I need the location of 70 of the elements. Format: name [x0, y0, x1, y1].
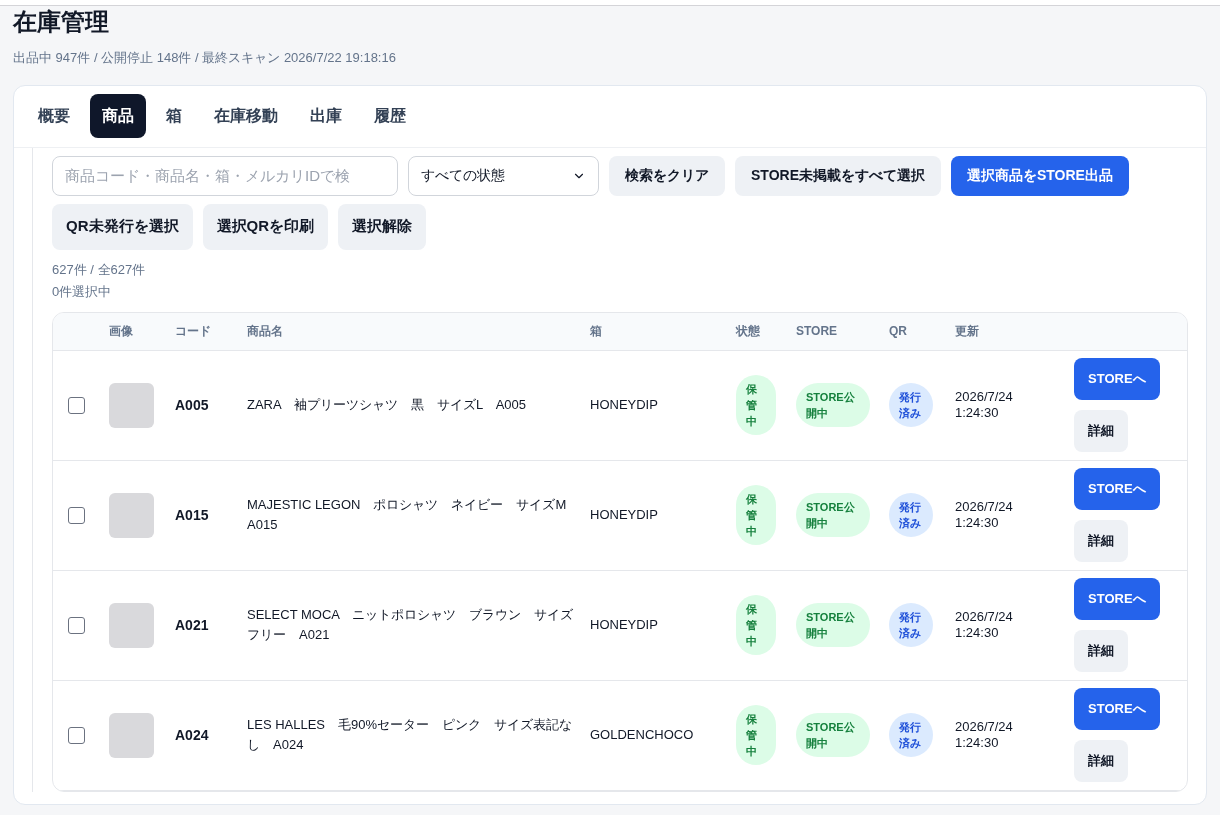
updated-time: 2026/7/24 1:24:30 [955, 609, 1014, 641]
column-header: 箱 [590, 323, 603, 340]
tab[interactable]: 概要 [26, 94, 82, 138]
tab[interactable]: 箱 [154, 94, 194, 138]
column-header: コード [175, 323, 212, 340]
updated-time: 2026/7/24 1:24:30 [955, 389, 1014, 421]
tab[interactable]: 出庫 [298, 94, 354, 138]
product-code: A021 [175, 615, 210, 635]
column-header: STORE [796, 323, 839, 340]
product-code: A024 [175, 725, 210, 745]
status-badge: 保管中 [736, 485, 776, 545]
box-name: HONEYDIP [590, 616, 659, 635]
status-badge: 保管中 [736, 705, 776, 765]
updated-time: 2026/7/24 1:24:30 [955, 499, 1014, 531]
product-name: MAJESTIC LEGON ポロシャツ ネイビー サイズM A015 [247, 496, 568, 534]
product-name: LES HALLES 毛90%セーター ピンク サイズ表記なし A024 [247, 716, 574, 754]
box-name: GOLDENCHOCO [590, 726, 695, 745]
row-checkbox[interactable] [68, 396, 85, 414]
tab[interactable]: 履歴 [362, 94, 418, 138]
product-name: SELECT MOCA ニットポロシャツ ブラウン サイズフリー A021 [247, 606, 575, 644]
row-checkbox[interactable] [68, 726, 85, 744]
photo-placeholder [109, 712, 154, 758]
store-badge: STORE公開中 [796, 603, 870, 647]
qr-badge: 発行済み [889, 493, 933, 537]
detail-button[interactable]: 詳細 [1074, 740, 1128, 782]
result-count: 627件 / 全627件 [52, 260, 147, 279]
status-badge: 保管中 [736, 595, 776, 655]
page-summary: 出品中 947件 / 公開停止 148件 / 最終スキャン 2026/7/22 19:18:16 [13, 49, 397, 67]
product-code: A005 [175, 395, 210, 415]
status-badge: 保管中 [736, 375, 776, 435]
detail-button[interactable]: 詳細 [1074, 520, 1128, 562]
product-name: ZARA 袖プリーツシャツ 黒 サイズL A005 [247, 396, 528, 414]
column-header: 状態 [736, 323, 761, 340]
store-button[interactable]: STOREへ [1074, 358, 1160, 400]
store-button[interactable]: STOREへ [1074, 578, 1160, 620]
publish-button[interactable]: 選択商品をSTORE出品 [951, 155, 1129, 196]
column-header: QR [889, 323, 908, 340]
status-select[interactable]: すべての状態 [408, 155, 599, 196]
detail-button[interactable]: 詳細 [1074, 630, 1128, 672]
store-badge: STORE公開中 [796, 493, 870, 537]
column-header: 画像 [109, 323, 134, 340]
qr-badge: 発行済み [889, 713, 933, 757]
store-button[interactable]: STOREへ [1074, 468, 1160, 510]
detail-button[interactable]: 詳細 [1074, 410, 1128, 452]
selection-count: 0件選択中 [52, 283, 113, 301]
product-code: A015 [175, 505, 210, 525]
box-name: HONEYDIP [590, 506, 659, 525]
photo-placeholder [109, 382, 154, 428]
qr-action-button[interactable]: 選択QRを印刷 [202, 203, 328, 250]
box-name: HONEYDIP [590, 396, 659, 415]
tab[interactable]: 在庫移動 [202, 94, 290, 138]
page-title: 在庫管理 [13, 7, 110, 37]
row-checkbox[interactable] [68, 616, 85, 634]
column-header: 更新 [955, 323, 980, 340]
search-field[interactable]: 商品コード・商品名・箱・メルカリIDで検 [52, 155, 398, 196]
updated-time: 2026/7/24 1:24:30 [955, 719, 1014, 751]
qr-action-button[interactable]: 選択解除 [338, 203, 426, 250]
store-badge: STORE公開中 [796, 713, 870, 757]
filter-button[interactable]: 検索をクリア [609, 155, 725, 196]
photo-placeholder [109, 602, 154, 648]
filter-button[interactable]: STORE未掲載をすべて選択 [735, 155, 941, 196]
tab[interactable]: 商品 [90, 94, 146, 138]
store-badge: STORE公開中 [796, 383, 870, 427]
qr-badge: 発行済み [889, 383, 933, 427]
store-button[interactable]: STOREへ [1074, 688, 1160, 730]
qr-action-button[interactable]: QR未発行を選択 [52, 203, 193, 250]
column-header: 商品名 [247, 323, 284, 340]
qr-badge: 発行済み [889, 603, 933, 647]
photo-placeholder [109, 492, 154, 538]
row-checkbox[interactable] [68, 506, 85, 524]
